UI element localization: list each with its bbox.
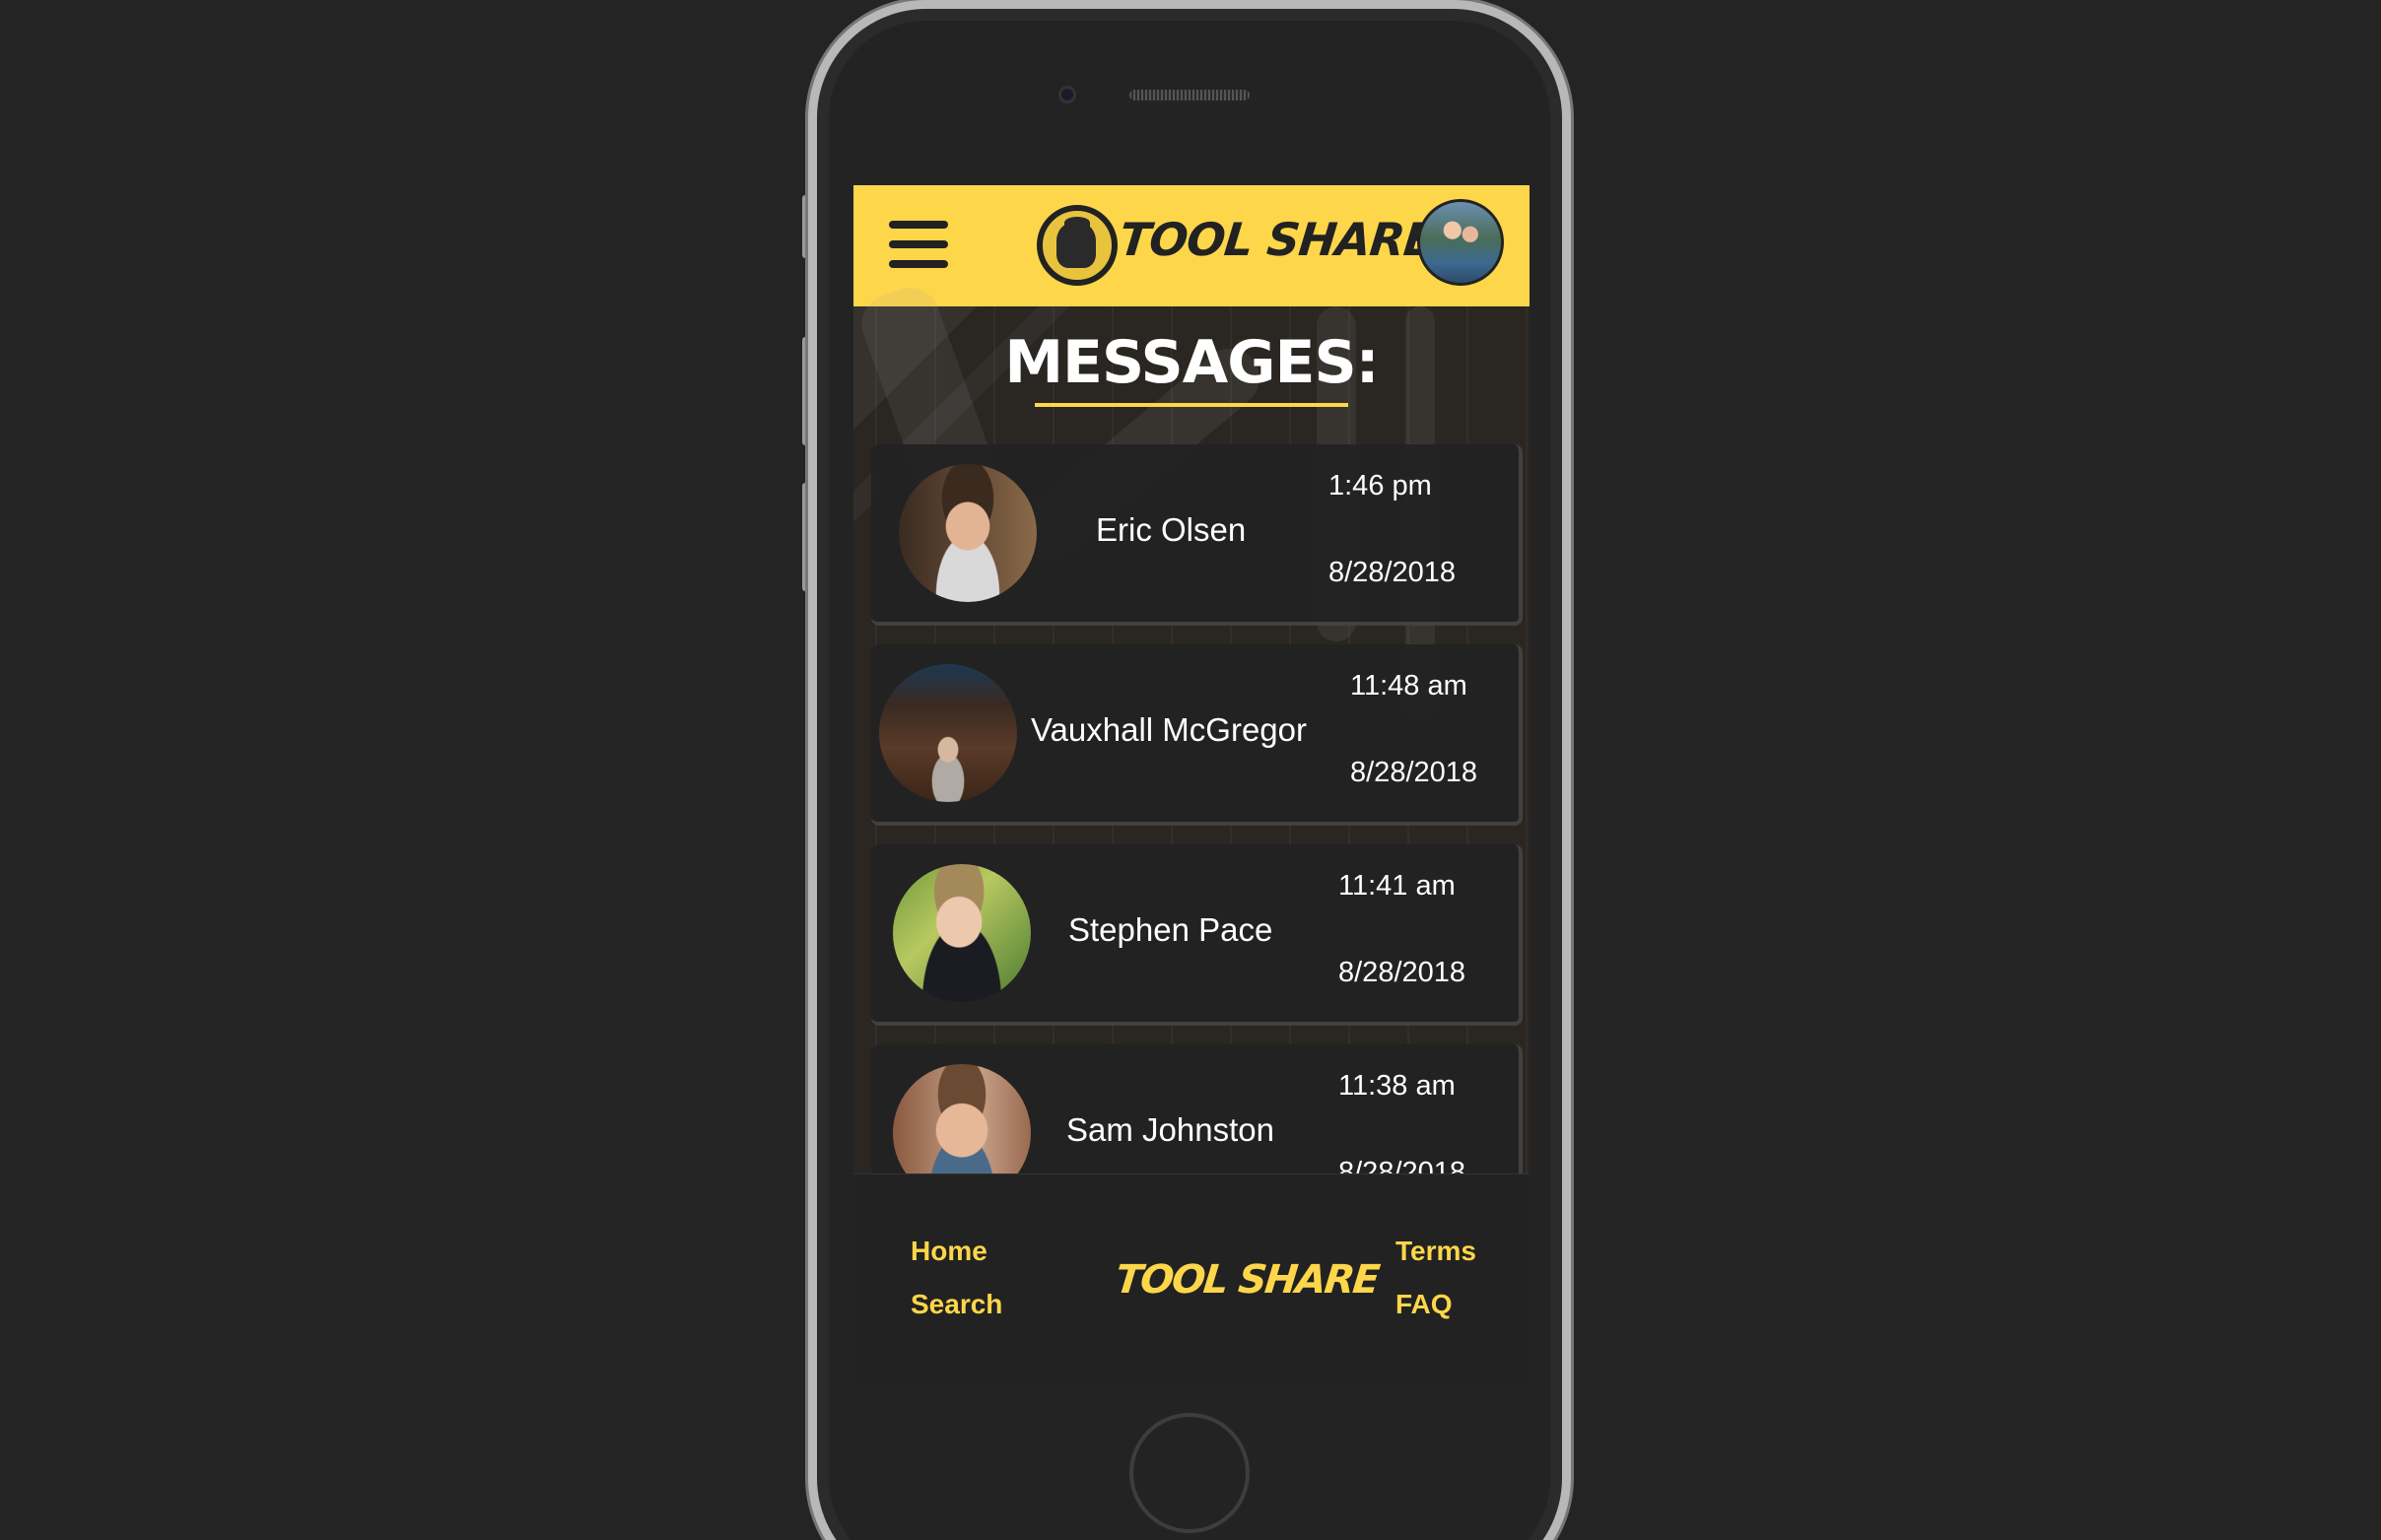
message-card[interactable]: Stephen Pace 11:41 am 8/28/2018 [871,844,1523,1026]
user-avatar[interactable] [1417,199,1504,286]
contact-name: Vauxhall McGregor [1031,711,1308,748]
front-camera-icon [1058,86,1076,103]
messages-content: MESSAGES: Eric Olsen 1:46 pm 8/28/2018 V… [853,279,1530,1226]
message-date: 8/28/2018 [1350,757,1478,788]
contact-avatar [893,864,1031,1002]
app-header: TOOL SHARE [853,185,1530,306]
footer-link-terms[interactable]: Terms [1395,1236,1476,1267]
app-footer: Home Search TOOL SHARE Terms FAQ [853,1173,1530,1386]
earpiece-speaker [1129,90,1250,100]
contact-avatar [899,464,1037,602]
message-time: 1:46 pm [1328,470,1432,502]
message-date: 8/28/2018 [1328,557,1457,588]
page-title: MESSAGES: [1004,328,1379,397]
stage: TOOL SHARE MESSAGES: Eric Olsen 1:46 pm … [0,0,2381,1540]
contact-name: Stephen Pace [1068,911,1273,948]
home-button [1129,1413,1250,1533]
contact-name: Eric Olsen [1096,511,1247,548]
footer-link-home[interactable]: Home [911,1236,987,1267]
message-time: 11:48 am [1350,670,1467,702]
message-time: 11:38 am [1338,1070,1456,1102]
phone-screen: TOOL SHARE MESSAGES: Eric Olsen 1:46 pm … [853,185,1530,1386]
hamburger-icon[interactable] [889,221,948,268]
footer-logo[interactable]: TOOL SHARE [1114,1257,1381,1303]
footer-link-faq[interactable]: FAQ [1395,1289,1453,1320]
title-underline [1035,403,1348,407]
footer-link-search[interactable]: Search [911,1289,1002,1320]
message-card[interactable]: Vauxhall McGregor 11:48 am 8/28/2018 [871,644,1523,826]
logo-badge-icon [1037,205,1118,286]
contact-name: Sam Johnston [1066,1111,1274,1148]
header-logo-text[interactable]: TOOL SHARE [1117,213,1437,266]
message-card[interactable]: Eric Olsen 1:46 pm 8/28/2018 [871,444,1523,626]
message-time: 11:41 am [1338,870,1456,902]
message-date: 8/28/2018 [1338,957,1466,988]
contact-avatar [879,664,1017,802]
